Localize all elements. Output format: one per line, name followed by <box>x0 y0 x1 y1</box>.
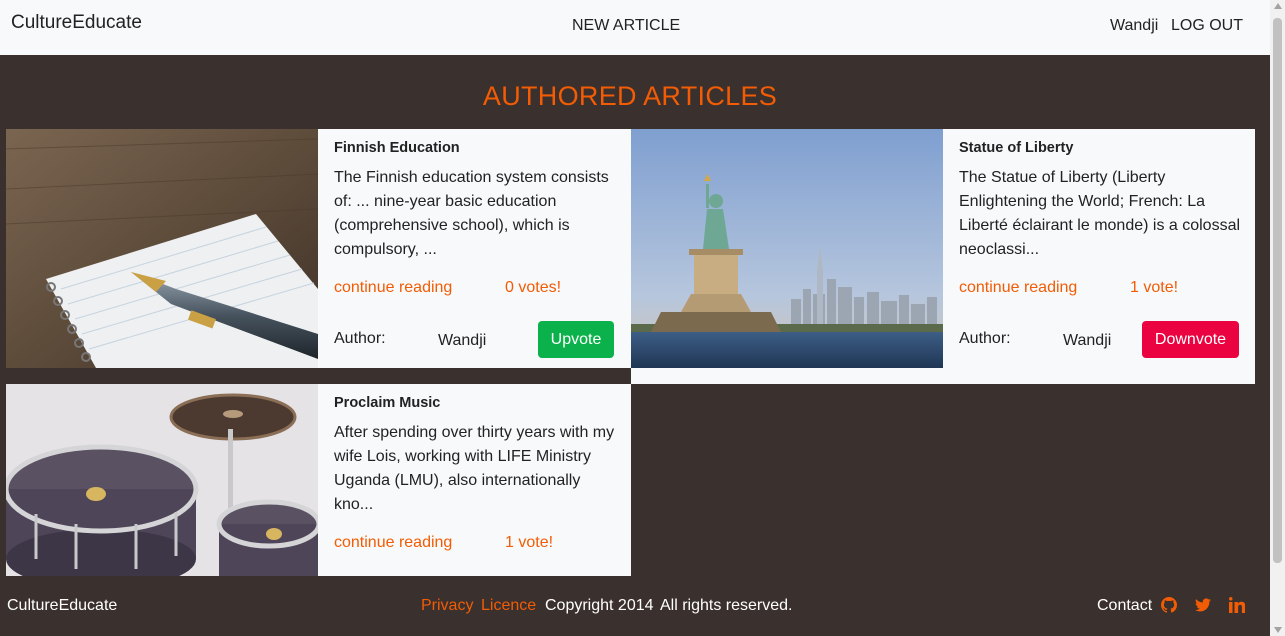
continue-reading-link[interactable]: continue reading <box>334 534 452 552</box>
brand-link[interactable]: CultureEducate <box>11 12 142 34</box>
article-body: Finnish Education The Finnish education … <box>318 129 631 368</box>
top-navbar: CultureEducate NEW ARTICLE Wandji LOG OU… <box>0 0 1270 55</box>
drum-kit-image <box>6 384 318 576</box>
contact-label: Contact <box>1097 597 1153 614</box>
licence-link[interactable]: Licence <box>481 597 536 615</box>
page-scrollbar[interactable] <box>1270 0 1285 636</box>
article-card: Finnish Education The Finnish education … <box>6 129 631 368</box>
privacy-link[interactable]: Privacy <box>421 597 473 615</box>
article-body: Proclaim Music After spending over thirt… <box>318 384 631 576</box>
article-title[interactable]: Proclaim Music <box>334 395 440 411</box>
continue-reading-link[interactable]: continue reading <box>334 279 452 297</box>
footer-brand[interactable]: CultureEducate <box>7 597 117 615</box>
article-card: Proclaim Music After spending over thirt… <box>6 384 631 576</box>
continue-reading-link[interactable]: continue reading <box>959 279 1077 297</box>
author-name: Wandji <box>1063 332 1112 349</box>
article-title[interactable]: Finnish Education <box>334 140 460 156</box>
article-body: Statue of Liberty The Statue of Liberty … <box>943 129 1255 384</box>
article-excerpt: After spending over thirty years with my… <box>334 424 615 513</box>
statue-of-liberty-image <box>631 129 943 368</box>
vote-count: 0 votes! <box>505 279 562 296</box>
scrollbar-thumb[interactable] <box>1273 18 1282 563</box>
logout-link[interactable]: LOG OUT <box>1171 17 1243 35</box>
article-excerpt: The Statue of Liberty (Liberty Enlighten… <box>959 169 1241 258</box>
notebook-pen-image <box>6 129 318 368</box>
article-image[interactable] <box>6 384 318 576</box>
author-label: Author: <box>334 330 386 347</box>
author-name: Wandji <box>438 332 487 349</box>
article-title[interactable]: Statue of Liberty <box>959 140 1073 156</box>
article-card: Statue of Liberty The Statue of Liberty … <box>631 129 1255 384</box>
vote-count: 1 vote! <box>505 534 554 551</box>
user-profile-link[interactable]: Wandji <box>1110 17 1158 35</box>
scroll-up-arrow-icon[interactable] <box>1273 3 1282 9</box>
rights-text: All rights reserved. <box>660 597 793 614</box>
page-title: AUTHORED ARTICLES <box>482 81 778 111</box>
article-image[interactable] <box>6 129 318 368</box>
new-article-link[interactable]: NEW ARTICLE <box>572 17 680 35</box>
footer: CultureEducate Privacy Licence Copyright… <box>0 576 1270 636</box>
upvote-button[interactable]: Upvote <box>538 321 614 358</box>
vote-count: 1 vote! <box>1130 279 1179 296</box>
copyright-text: Copyright 2014 <box>545 597 654 614</box>
article-image[interactable] <box>631 129 943 368</box>
twitter-icon[interactable] <box>1195 597 1211 613</box>
linkedin-icon[interactable] <box>1229 597 1245 613</box>
author-label: Author: <box>959 330 1011 347</box>
github-icon[interactable] <box>1161 597 1177 613</box>
article-excerpt: The Finnish education system consists of… <box>334 169 609 258</box>
downvote-button[interactable]: Downvote <box>1142 321 1239 358</box>
scroll-down-arrow-icon[interactable] <box>1273 627 1282 633</box>
